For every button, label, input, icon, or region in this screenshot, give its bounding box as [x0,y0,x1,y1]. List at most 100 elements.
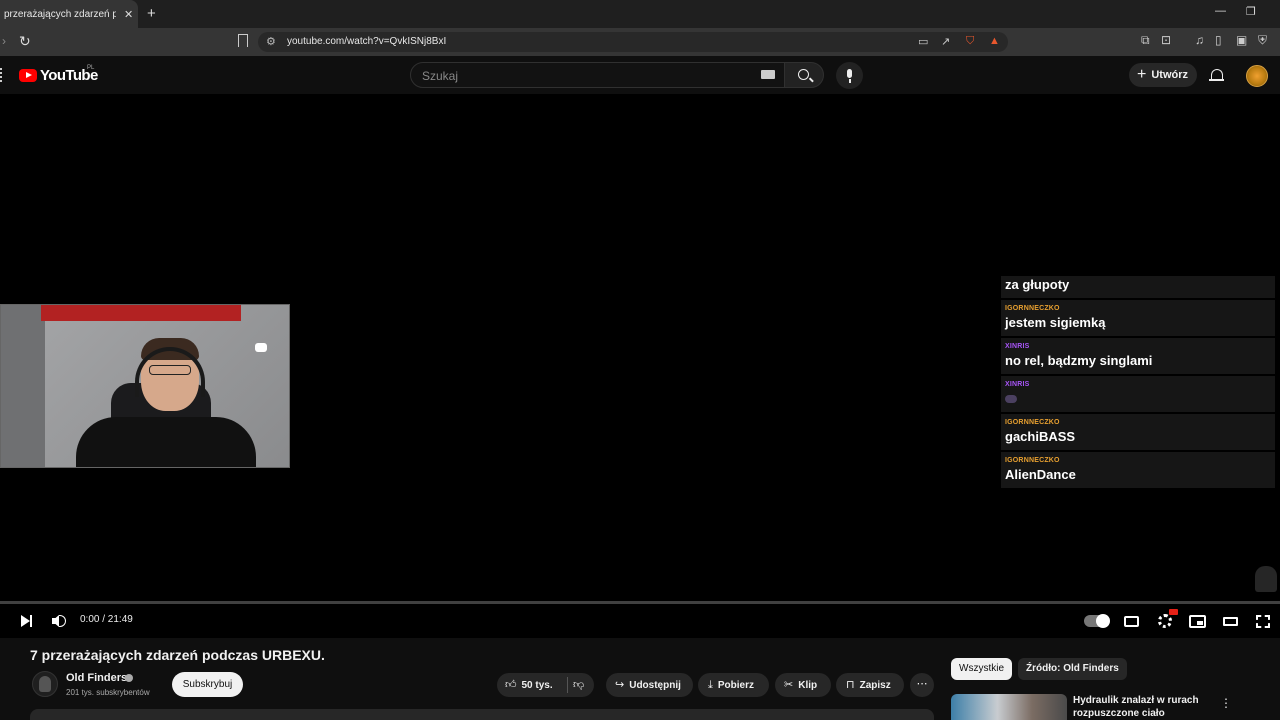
new-tab-icon[interactable]: + [147,5,156,22]
chat-username: XINRIS [1005,381,1030,388]
chat-username: IGORNNECZKO [1005,457,1060,464]
download-button[interactable]: ⤓ Pobierz [698,673,769,697]
chip-source[interactable]: Źródło: Old Finders [1018,658,1127,680]
clip-button[interactable]: ✂ Klip [775,673,831,697]
webcam-lamp [255,343,267,352]
recommendation-title[interactable]: Hydraulik znalazł w rurach rozpuszczone … [1073,694,1203,720]
download-icon: ⤓ [708,679,713,691]
thumbs-down-icon[interactable]: 👎︎ [573,673,584,697]
like-divider [567,677,568,693]
verified-icon [125,674,133,682]
miniplayer-icon[interactable] [1189,615,1206,628]
like-button[interactable]: 👍︎ 50 tys. [505,679,553,691]
sidebar-icon[interactable]: ▯ [1215,33,1222,47]
search-icon[interactable] [784,62,824,88]
share-icon: ↪ [615,679,625,691]
search-input[interactable]: Szukaj [410,62,785,88]
chat-message: XINRIS no rel, bądzmy singlami [1001,338,1275,374]
tab-title: przerażających zdarzeń podczas [4,8,116,20]
restore-icon[interactable]: ❐ [1246,5,1256,18]
hd-badge [1169,609,1178,615]
chat-text: no rel, bądzmy singlami [1005,353,1153,368]
subscribe-button[interactable]: Subskrybuj [172,672,243,697]
download-label: Pobierz [717,680,754,691]
browser-toolbar: › ↻ ⚙ youtube.com/watch?v=QvkISNj8BxI ▭ … [0,28,1280,56]
theater-mode-icon[interactable] [1223,617,1238,626]
search-placeholder: Szukaj [422,69,459,83]
volume-wave[interactable] [59,615,66,627]
extensions-icon[interactable]: ⧉ [1141,33,1150,48]
video-player[interactable]: za głupoty IGORNNECZKO jestem sigiemką X… [0,94,1280,638]
autoplay-toggle[interactable] [1084,614,1110,628]
youtube-header: YouTube PL Szukaj + Utwórz [0,56,1280,94]
user-avatar[interactable] [1246,65,1268,87]
fullscreen-icon[interactable] [1256,615,1270,628]
more-actions-icon[interactable]: ⋯ [910,673,934,697]
next-video-icon[interactable] [21,615,30,627]
brave-rewards-icon[interactable]: ▲ [989,35,1000,47]
save-button[interactable]: ⊓ Zapisz [836,673,904,697]
scissors-icon: ✂ [784,679,794,691]
music-icon[interactable]: ♫ [1195,33,1204,47]
plus-icon: + [1137,66,1147,83]
chat-message: za głupoty [1001,276,1275,298]
create-button[interactable]: + Utwórz [1129,63,1197,87]
channel-avatar[interactable] [32,671,58,697]
chat-text: jestem sigiemką [1005,315,1106,330]
clip-label: Klip [798,680,818,691]
chat-username: IGORNNECZKO [1005,305,1060,312]
site-settings-icon[interactable]: ⚙ [266,35,276,48]
save-label: Zapisz [859,680,891,691]
address-bar[interactable]: ⚙ youtube.com/watch?v=QvkISNj8BxI ▭ ↗ ⛉ … [258,32,1008,52]
volume-speaker[interactable] [52,615,59,627]
chat-message: IGORNNECZKO AlienDance [1001,452,1275,488]
chat-text: za głupoty [1005,277,1070,292]
screenshot-icon[interactable]: ⊡ [1161,33,1171,47]
forward-icon[interactable]: › [2,34,6,48]
next-video-bar[interactable] [30,615,32,627]
menu-icon[interactable] [0,68,3,82]
country-code: PL [87,65,95,71]
channel-name[interactable]: Old Finders [66,672,127,684]
chat-username: XINRIS [1005,343,1030,350]
share-page-icon[interactable]: ↗ [941,35,950,48]
wallet-icon[interactable]: ▣ [1236,33,1247,47]
subscriber-count: 201 tys. subskrybentów [66,688,150,697]
create-label: Utwórz [1151,69,1189,81]
cast-icon[interactable]: ▭ [918,35,928,48]
player-controls: 0:00 / 21:49 [0,604,1280,638]
recommendation-thumbnail[interactable] [951,694,1067,720]
youtube-logo-icon[interactable] [19,69,37,82]
bookmark-icon[interactable] [238,34,248,47]
microphone-icon[interactable] [836,62,863,89]
save-icon: ⊓ [846,679,855,691]
chat-message: IGORNNECZKO jestem sigiemką [1001,300,1275,336]
thumbs-up-icon: 👍︎ [505,679,517,691]
chip-all[interactable]: Wszystkie [951,658,1012,680]
like-dislike-group: 👍︎ 50 tys. 👎︎ [497,673,594,697]
share-label: Udostępnij [629,680,681,691]
subtitles-icon[interactable] [1124,616,1139,627]
browser-tab-bar: przerażających zdarzeń podczas ✕ + — ❐ [0,0,1280,28]
close-tab-icon[interactable]: ✕ [124,8,133,21]
description-box[interactable] [30,709,934,720]
time-display: 0:00 / 21:49 [80,614,133,625]
vpn-icon[interactable]: ⛨ [1258,33,1267,48]
settings-gear-icon[interactable] [1158,614,1172,628]
chat-text: AlienDance [1005,467,1076,482]
share-button[interactable]: ↪ Udostępnij [606,673,693,697]
video-title: 7 przerażających zdarzeń podczas URBEXU. [30,647,325,663]
reload-icon[interactable]: ↻ [19,33,31,50]
notifications-bell-icon[interactable] [1209,69,1224,81]
browser-tab[interactable]: przerażających zdarzeń podczas ✕ [0,0,138,28]
url-text[interactable]: youtube.com/watch?v=QvkISNj8BxI [287,36,446,47]
keyboard-icon[interactable] [761,70,775,79]
webcam-overlay [0,304,290,468]
streamer-emote-icon [1255,566,1277,592]
brave-shield-icon[interactable]: ⛉ [966,35,974,48]
kebab-menu-icon[interactable]: ⋮ [1220,696,1232,710]
chat-username: IGORNNECZKO [1005,419,1060,426]
chat-message: XINRIS [1001,376,1275,412]
minimize-icon[interactable]: — [1215,5,1226,17]
chat-message: IGORNNECZKO gachiBASS [1001,414,1275,450]
